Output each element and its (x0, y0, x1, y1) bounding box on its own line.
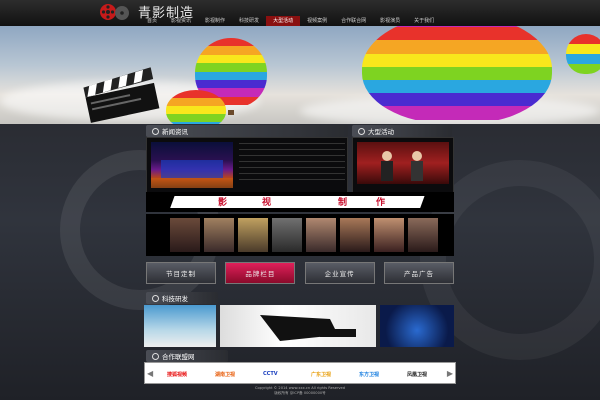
news-image[interactable] (151, 142, 233, 188)
circle-bullet-icon (152, 352, 159, 360)
main-nav: 首页 影视资讯 影视制作 科技研发 大型活动 视频案例 合作联合网 影视演员 关于我们 (140, 16, 441, 26)
film-thumbnail[interactable] (408, 218, 438, 252)
news-list (239, 143, 345, 183)
category-buttons: 节目定制 品牌栏目 企业宣传 产品广告 (146, 262, 454, 284)
category-button[interactable]: 节目定制 (146, 262, 216, 284)
film-title-char: 视 (262, 198, 272, 208)
tech-section-title[interactable]: 科技研发 (146, 292, 218, 304)
film-thumbnail[interactable] (204, 218, 234, 252)
circle-bullet-icon (358, 127, 365, 135)
arrow-right-icon[interactable]: ▶ (447, 369, 453, 378)
nav-item[interactable]: 大型活动 (266, 16, 301, 26)
category-button[interactable]: 品牌栏目 (225, 262, 296, 284)
nav-item[interactable]: 影视资讯 (164, 16, 198, 26)
partners-bar: ◀ ▶ 搜狐视频 湖南卫视 CCTV 广东卫视 东方卫视 凤凰卫视 (144, 362, 456, 384)
partner-logo[interactable]: 广东卫视 (311, 366, 331, 382)
category-button[interactable]: 产品广告 (383, 262, 454, 284)
partner-logo[interactable]: 凤凰卫视 (407, 366, 427, 382)
glove-device-icon (260, 315, 356, 341)
people-icon (381, 151, 423, 181)
film-gallery (146, 214, 454, 256)
tech-image[interactable] (144, 305, 216, 347)
footer-license: 版权所有 京ICP备 00000000号 (274, 391, 326, 395)
film-title-char: 制 (338, 198, 348, 208)
film-thumbnail[interactable] (374, 218, 404, 252)
film-thumbnail[interactable] (272, 218, 302, 252)
news-section-title[interactable]: 新闻资讯 (146, 125, 348, 137)
hot-air-balloon (566, 34, 600, 74)
nav-item[interactable]: 视频案例 (300, 16, 334, 26)
nav-item[interactable]: 关于我们 (407, 16, 441, 26)
tech-image[interactable] (220, 305, 376, 347)
film-title-char: 影 (218, 198, 228, 208)
news-panel (146, 137, 348, 193)
event-section-title[interactable]: 大型活动 (352, 125, 452, 137)
hot-air-balloon (362, 26, 552, 124)
film-title-char: 作 (376, 198, 386, 208)
film-thumbnail[interactable] (306, 218, 336, 252)
film-reel-icon (100, 4, 129, 20)
film-thumbnail[interactable] (170, 218, 200, 252)
event-panel (352, 137, 454, 193)
nav-item[interactable]: 科技研发 (232, 16, 266, 26)
arrow-left-icon[interactable]: ◀ (147, 369, 153, 378)
nav-item[interactable]: 合作联合网 (334, 16, 373, 26)
partners-section-title[interactable]: 合作联盟网 (146, 350, 228, 362)
partner-logo[interactable]: 东方卫视 (359, 366, 379, 382)
building-icon (151, 160, 233, 188)
partner-logo[interactable]: CCTV (263, 366, 278, 382)
site-footer: Copyright © 2014 www.xxx.cn All rights R… (0, 386, 600, 400)
partner-logo[interactable]: 湖南卫视 (215, 366, 235, 382)
film-thumbnail[interactable] (340, 218, 370, 252)
circle-bullet-icon (152, 127, 159, 135)
film-thumbnail[interactable] (238, 218, 268, 252)
nav-item[interactable]: 影视演员 (373, 16, 407, 26)
circle-bullet-icon (152, 294, 159, 302)
tech-panel (144, 305, 454, 347)
site-header: 青影制造 首页 影视资讯 影视制作 科技研发 大型活动 视频案例 合作联合网 影视演员 关于我们 (0, 0, 600, 26)
film-strip-banner (146, 192, 454, 212)
nav-item[interactable]: 首页 (140, 16, 164, 26)
category-button[interactable]: 企业宣传 (304, 262, 375, 284)
nav-item[interactable]: 影视制作 (198, 16, 232, 26)
hero-banner (0, 26, 600, 124)
event-image[interactable] (357, 142, 449, 184)
tech-image[interactable] (380, 305, 454, 347)
partner-logo[interactable]: 搜狐视频 (167, 366, 187, 382)
hot-air-balloon (166, 90, 226, 124)
